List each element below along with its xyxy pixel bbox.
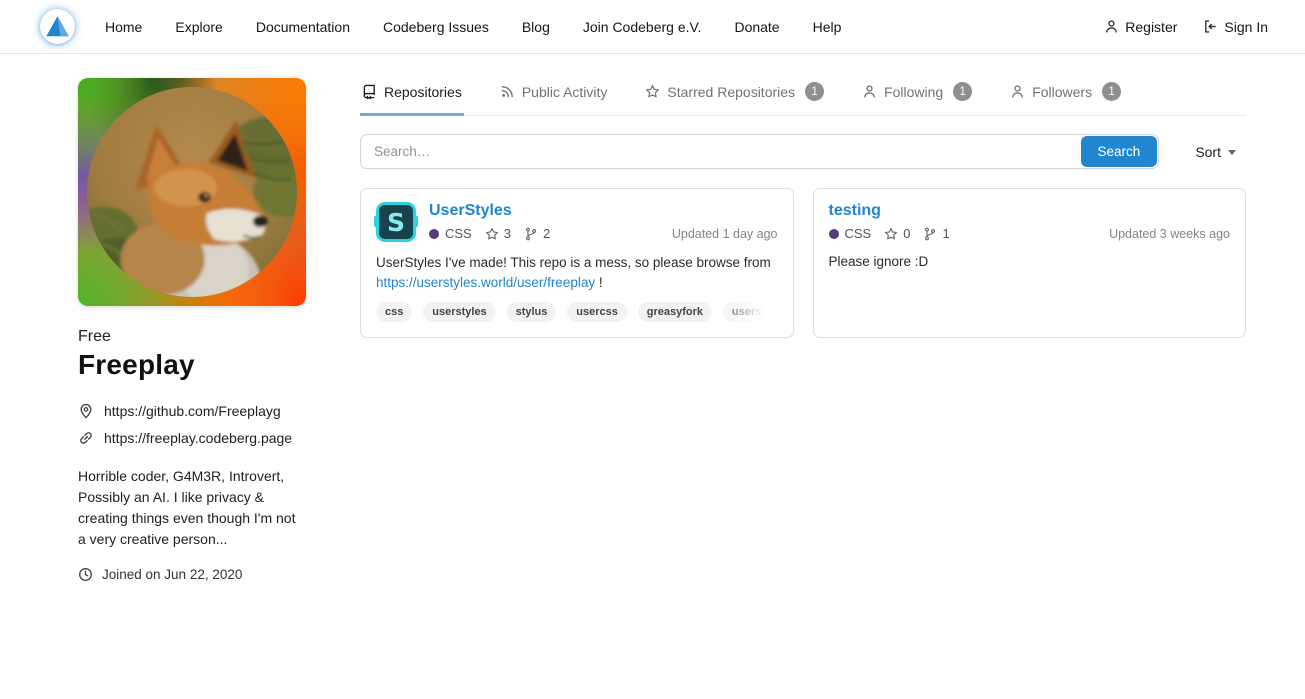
language-label: CSS xyxy=(845,226,872,241)
nav-item-codeberg-issues[interactable]: Codeberg Issues xyxy=(383,19,489,35)
updated-timestamp: Updated 3 weeks ago xyxy=(1099,227,1230,241)
profile-username: Freeplay xyxy=(78,349,306,381)
star-count: 3 xyxy=(504,226,511,241)
chevron-down-icon xyxy=(1228,150,1236,155)
star-icon xyxy=(645,84,660,99)
nav-item-blog[interactable]: Blog xyxy=(522,19,550,35)
star-icon xyxy=(884,227,898,241)
user-avatar xyxy=(78,78,306,306)
sign-in-button[interactable]: Sign In xyxy=(1203,19,1268,35)
followers-count-badge: 1 xyxy=(1102,82,1121,101)
rss-icon xyxy=(500,84,515,99)
tab-public-activity[interactable]: Public Activity xyxy=(498,70,610,116)
repo-meta-testing: CSS 0 xyxy=(829,226,1231,241)
codeberg-logo[interactable] xyxy=(40,9,75,44)
repo-description-testing: Please ignore :D xyxy=(829,252,1231,272)
language-dot-css xyxy=(429,229,439,239)
topic-list: css userstyles stylus usercss greasyfork… xyxy=(376,302,778,323)
register-button[interactable]: Register xyxy=(1104,19,1177,35)
tab-repositories-label: Repositories xyxy=(384,84,462,100)
fork-count: 1 xyxy=(942,226,949,241)
tab-followers[interactable]: Followers 1 xyxy=(1008,70,1123,116)
search-group: Search xyxy=(360,134,1159,169)
nav-item-join-codeberg[interactable]: Join Codeberg e.V. xyxy=(583,19,702,35)
profile-display-name: Free xyxy=(78,328,306,346)
userstyles-logo-letter: S xyxy=(387,210,405,235)
topic-tag[interactable]: css xyxy=(376,302,412,322)
tab-starred-label: Starred Repositories xyxy=(667,84,795,100)
sort-label: Sort xyxy=(1195,144,1221,160)
repo-link-userstyles[interactable]: UserStyles xyxy=(429,202,512,220)
link-icon xyxy=(78,430,94,446)
nav-item-donate[interactable]: Donate xyxy=(734,19,779,35)
tab-repositories[interactable]: Repositories xyxy=(360,70,464,116)
profile-sidebar: Free Freeplay https://github.com/Freepla… xyxy=(78,78,306,582)
fox-avatar-image xyxy=(87,87,297,297)
repo-search-row: Search Sort xyxy=(360,134,1246,169)
profile-bio: Horrible coder, G4M3R, Introvert, Possib… xyxy=(78,466,306,550)
top-navbar: Home Explore Documentation Codeberg Issu… xyxy=(0,0,1305,54)
tab-following-label: Following xyxy=(884,84,943,100)
sign-in-icon xyxy=(1203,19,1218,34)
repo-card-userstyles: S UserStyles CSS 3 xyxy=(360,188,794,338)
topic-tag[interactable]: stylus xyxy=(507,302,557,322)
profile-website-link[interactable]: https://freeplay.codeberg.page xyxy=(104,430,292,446)
topic-tag[interactable]: userstyles xyxy=(423,302,495,322)
clock-icon xyxy=(78,567,93,582)
topic-fade-overlay xyxy=(714,302,778,323)
language-dot-css xyxy=(829,229,839,239)
person-icon xyxy=(862,84,877,99)
person-icon xyxy=(1010,84,1025,99)
updated-timestamp: Updated 1 day ago xyxy=(662,227,778,241)
profile-location-text[interactable]: https://github.com/Freeplayg xyxy=(104,403,281,419)
tab-following[interactable]: Following 1 xyxy=(860,70,974,116)
repo-description-suffix: ! xyxy=(599,275,603,290)
profile-links: https://github.com/Freeplayg https://fre… xyxy=(78,403,306,446)
repo-card-testing: testing CSS 0 xyxy=(813,188,1247,338)
userstyles-repo-avatar: S xyxy=(376,202,416,242)
nav-item-documentation[interactable]: Documentation xyxy=(256,19,350,35)
codeberg-mountain-icon xyxy=(40,9,75,44)
nav-item-home[interactable]: Home xyxy=(105,19,142,35)
search-button[interactable]: Search xyxy=(1081,136,1158,167)
language-label: CSS xyxy=(445,226,472,241)
repo-description-userstyles: UserStyles I've made! This repo is a mes… xyxy=(376,253,778,292)
topic-tag[interactable]: greasyfork xyxy=(638,302,712,322)
nav-item-help[interactable]: Help xyxy=(813,19,842,35)
fork-count: 2 xyxy=(543,226,550,241)
content-column: Repositories Public Activity Starred Rep… xyxy=(360,70,1246,338)
repo-link-testing[interactable]: testing xyxy=(829,202,881,220)
starred-count-badge: 1 xyxy=(805,82,824,101)
topic-tag[interactable]: usercss xyxy=(567,302,627,322)
person-icon xyxy=(1104,19,1119,34)
search-input[interactable] xyxy=(361,135,1080,168)
main-content: Free Freeplay https://github.com/Freepla… xyxy=(0,54,1305,582)
sort-dropdown[interactable]: Sort xyxy=(1195,144,1236,160)
repo-description-link[interactable]: https://userstyles.world/user/freeplay xyxy=(376,275,595,290)
repo-list: S UserStyles CSS 3 xyxy=(360,188,1246,338)
repo-icon xyxy=(362,84,377,99)
profile-tabs: Repositories Public Activity Starred Rep… xyxy=(360,70,1246,116)
star-icon xyxy=(485,227,499,241)
location-icon xyxy=(78,403,94,419)
nav-item-explore[interactable]: Explore xyxy=(175,19,222,35)
tab-public-activity-label: Public Activity xyxy=(522,84,608,100)
tab-followers-label: Followers xyxy=(1032,84,1092,100)
profile-location-row: https://github.com/Freeplayg xyxy=(78,403,306,419)
register-label: Register xyxy=(1125,19,1177,35)
repo-meta-userstyles: CSS 3 xyxy=(429,226,778,241)
star-count: 0 xyxy=(903,226,910,241)
repo-description-text: UserStyles I've made! This repo is a mes… xyxy=(376,255,771,270)
following-count-badge: 1 xyxy=(953,82,972,101)
joined-date-text: Joined on Jun 22, 2020 xyxy=(102,567,242,582)
fork-icon xyxy=(524,227,538,241)
fork-icon xyxy=(923,227,937,241)
sign-in-label: Sign In xyxy=(1224,19,1268,35)
nav-links: Home Explore Documentation Codeberg Issu… xyxy=(105,19,874,35)
profile-website-row: https://freeplay.codeberg.page xyxy=(78,430,306,446)
profile-joined: Joined on Jun 22, 2020 xyxy=(78,567,306,582)
tab-starred-repositories[interactable]: Starred Repositories 1 xyxy=(643,70,826,116)
